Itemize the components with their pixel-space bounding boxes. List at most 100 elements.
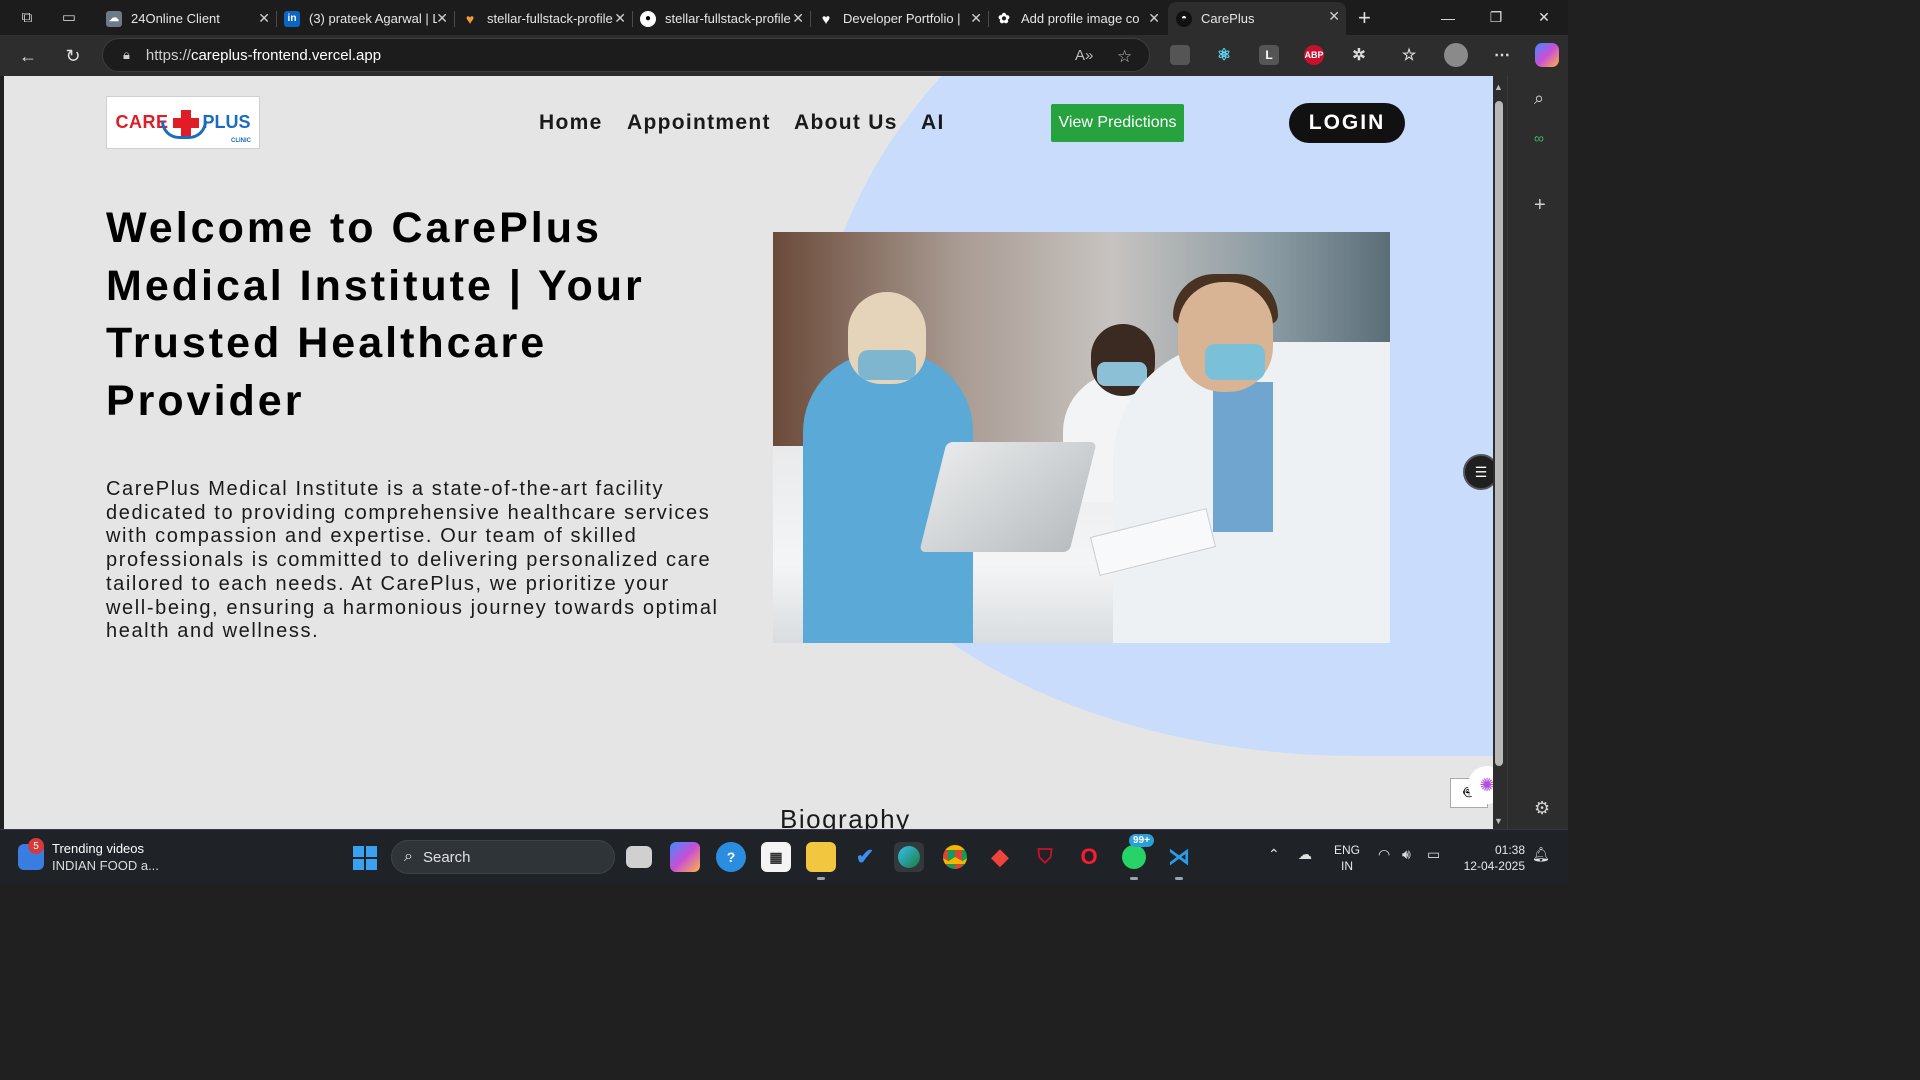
notifications-icon[interactable]: 🔔︎ xyxy=(1532,846,1550,863)
tab-title: (3) prateek Agarwal | LinkedIn xyxy=(309,11,437,26)
sidebar-add-icon[interactable]: + xyxy=(1534,194,1546,217)
tab-careplus[interactable]: ◓ CarePlus ✕ xyxy=(1168,2,1346,35)
sidebar-search-icon[interactable]: ⌕ xyxy=(1534,88,1544,109)
close-window-icon[interactable]: ✕ xyxy=(1520,0,1568,35)
favorites-icon[interactable]: ☆ xyxy=(1399,45,1419,65)
file-explorer-icon[interactable] xyxy=(806,842,836,880)
new-tab-icon[interactable]: + xyxy=(1358,5,1371,31)
logo-clinic-text: CLINIC xyxy=(231,138,251,144)
close-tab-icon[interactable]: ✕ xyxy=(792,10,804,27)
tab-title: stellar-fullstack-profile xyxy=(665,11,791,26)
minimize-icon[interactable]: — xyxy=(1424,0,1472,35)
news-widget[interactable]: 5 Trending videos INDIAN FOOD a... xyxy=(18,838,159,873)
vscode-icon[interactable]: ⋊ xyxy=(1164,842,1194,880)
tab-strip: ⧉ ▭ ☁ 24Online Client ✕ in (3) prateek A… xyxy=(0,0,1568,35)
login-button[interactable]: LOGIN xyxy=(1289,103,1405,143)
scroll-up-icon[interactable]: ▲ xyxy=(1494,82,1503,92)
scroll-thumb[interactable] xyxy=(1495,101,1503,766)
edge-beta-icon[interactable]: ? xyxy=(716,842,746,872)
view-predictions-button[interactable]: View Predictions xyxy=(1051,104,1184,142)
workspaces-icon[interactable]: ⧉ xyxy=(14,4,40,30)
mcafee-icon[interactable]: ⛉ xyxy=(1030,842,1060,872)
more-menu-icon[interactable]: ⋯ xyxy=(1492,45,1512,65)
floating-menu-icon[interactable]: ☰ xyxy=(1463,454,1493,490)
collections-ext-icon[interactable] xyxy=(1170,45,1190,65)
anydesk-icon[interactable]: ◆ xyxy=(985,842,1015,872)
extensions-puzzle-icon[interactable]: ✲ xyxy=(1349,45,1369,65)
profile-avatar-icon[interactable] xyxy=(1444,43,1468,67)
lock-icon[interactable]: 🔒︎ xyxy=(123,47,130,63)
favorite-star-icon[interactable]: ☆ xyxy=(1117,47,1132,67)
clock[interactable]: 01:38 12-04-2025 xyxy=(1455,842,1525,874)
read-aloud-icon[interactable]: A» xyxy=(1075,47,1093,64)
store-icon[interactable]: ▦ xyxy=(761,842,791,872)
url-text: https://careplus-frontend.vercel.app xyxy=(145,46,382,64)
search-label: Search xyxy=(422,848,471,866)
biography-heading: Biography xyxy=(780,804,911,829)
taskbar-search[interactable]: ⌕ Search xyxy=(391,840,615,874)
cloud-icon: ☁ xyxy=(106,10,122,27)
adblock-icon[interactable]: ABP xyxy=(1304,45,1324,65)
nav-about-us[interactable]: About Us xyxy=(794,111,898,135)
tab-stellar-profile[interactable]: ♥ stellar-fullstack-profile ✕ xyxy=(454,4,633,33)
tab-title: 24Online Client xyxy=(131,11,220,26)
close-tab-icon[interactable]: ✕ xyxy=(1148,10,1160,27)
tab-title: CarePlus xyxy=(1201,11,1255,26)
close-tab-icon[interactable]: ✕ xyxy=(970,10,982,27)
logo-plus-text: PLUS xyxy=(202,112,251,132)
refresh-icon[interactable]: ↻ xyxy=(59,42,87,70)
close-tab-icon[interactable]: ✕ xyxy=(258,10,270,27)
volume-icon[interactable]: 🔊︎ xyxy=(1402,846,1411,863)
news-badge: 5 xyxy=(28,838,44,854)
close-tab-icon[interactable]: ✕ xyxy=(436,10,448,27)
copilot-taskbar-icon[interactable] xyxy=(670,842,700,872)
tray-overflow-icon[interactable]: ⌃ xyxy=(1268,846,1280,863)
careplus-logo[interactable]: CARE PLUS CLINIC xyxy=(106,96,260,149)
tab-linkedin[interactable]: in (3) prateek Agarwal | LinkedIn ✕ xyxy=(276,4,455,33)
copilot-icon[interactable] xyxy=(1535,43,1559,67)
close-tab-icon[interactable]: ✕ xyxy=(1328,8,1340,25)
nav-home[interactable]: Home xyxy=(539,111,603,135)
battery-icon[interactable]: ▭ xyxy=(1427,846,1440,863)
chrome-icon[interactable] xyxy=(940,842,970,872)
page-viewport: CARE PLUS CLINIC Home Appointment About … xyxy=(4,76,1493,829)
windows-start-icon[interactable] xyxy=(353,846,377,870)
whatsapp-icon[interactable]: 99+ xyxy=(1119,834,1154,880)
language-indicator[interactable]: ENG IN xyxy=(1334,842,1360,874)
opera-icon[interactable]: O xyxy=(1074,842,1104,872)
nav-appointment[interactable]: Appointment xyxy=(627,111,771,135)
news-title: Trending videos xyxy=(52,841,145,856)
heart-icon: ♥ xyxy=(821,10,831,27)
page-scrollbar[interactable]: ▲ ▼ xyxy=(1493,76,1507,829)
close-tab-icon[interactable]: ✕ xyxy=(614,10,626,27)
nav-ai[interactable]: AI xyxy=(921,111,945,135)
time: 01:38 xyxy=(1494,843,1525,857)
windows-taskbar: 5 Trending videos INDIAN FOOD a... ⌕ Sea… xyxy=(0,829,1568,882)
address-bar[interactable]: 🔒︎ https://careplus-frontend.vercel.app … xyxy=(102,38,1150,72)
lang-top: ENG xyxy=(1334,843,1361,857)
edge-icon[interactable] xyxy=(894,842,924,872)
onedrive-icon[interactable]: ☁ xyxy=(1298,846,1312,863)
tab-chatgpt[interactable]: ✿ Add profile image co ✕ xyxy=(988,4,1166,33)
whatsapp-badge: 99+ xyxy=(1129,834,1154,847)
doctors-hero-image xyxy=(773,232,1390,643)
task-view-icon[interactable] xyxy=(626,846,652,868)
tab-portfolio[interactable]: ♥ Developer Portfolio | ✕ xyxy=(810,4,989,33)
tab-24online[interactable]: ☁ 24Online Client ✕ xyxy=(98,4,277,33)
openai-icon: ✿ xyxy=(998,10,1010,26)
wifi-icon[interactable]: ◠ xyxy=(1378,846,1390,863)
hero-title: Welcome to CarePlus Medical Institute | … xyxy=(106,204,645,425)
restore-icon[interactable]: ❐ xyxy=(1472,0,1520,35)
news-subtitle: INDIAN FOOD a... xyxy=(52,858,159,873)
scroll-down-icon[interactable]: ▼ xyxy=(1494,816,1503,826)
todo-icon[interactable]: ✔ xyxy=(850,842,880,872)
sidebar-settings-icon[interactable]: ⚙ xyxy=(1534,798,1550,819)
tab-github[interactable]: ● stellar-fullstack-profile ✕ xyxy=(632,4,811,33)
sidebar-extension-icon[interactable]: ∞ xyxy=(1534,130,1544,146)
video-icon: 5 xyxy=(18,838,44,870)
tab-title: Developer Portfolio | xyxy=(843,11,961,26)
l-ext-icon[interactable]: L xyxy=(1259,45,1279,65)
tab-actions-icon[interactable]: ▭ xyxy=(56,4,82,30)
react-devtools-icon[interactable]: ⚛ xyxy=(1214,45,1234,65)
back-icon[interactable]: ← xyxy=(14,42,42,70)
